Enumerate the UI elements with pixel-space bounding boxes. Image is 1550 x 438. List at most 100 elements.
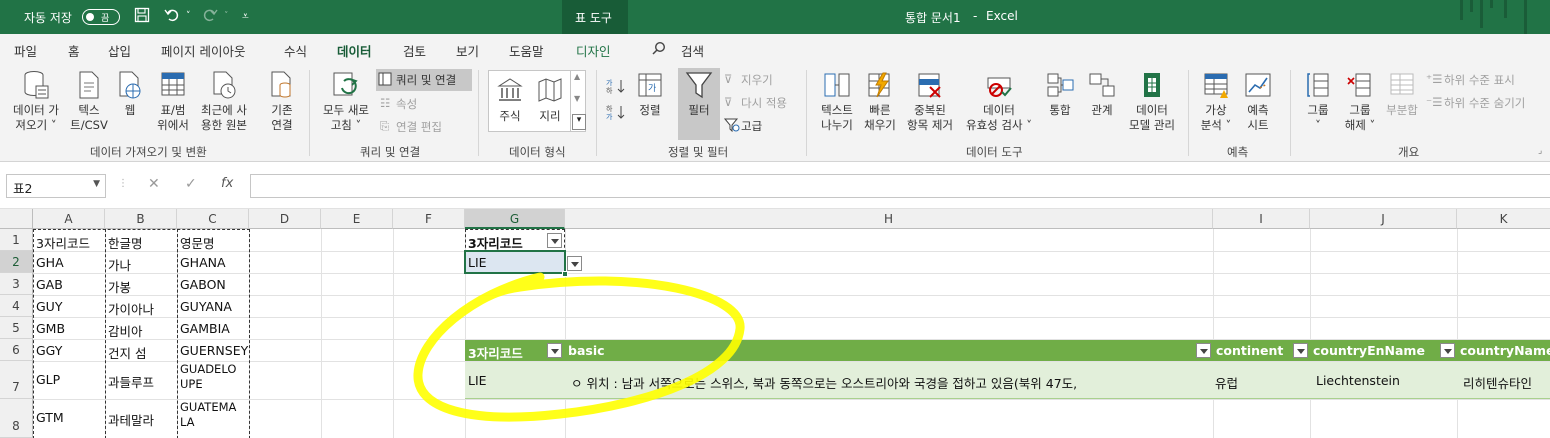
result-filter-basic[interactable] <box>1196 343 1211 358</box>
group-button[interactable]: 그룹 ˅ <box>1298 70 1338 133</box>
from-web-button[interactable]: 웹 <box>112 70 148 118</box>
data-validation-button[interactable]: 데이터 유효성 검사 ˅ <box>958 70 1040 133</box>
result-header-basic[interactable]: basic <box>568 343 605 358</box>
advanced-filter-button[interactable]: 고급 <box>741 118 762 134</box>
insert-function-icon[interactable]: fx <box>221 176 233 191</box>
sort-descending-icon[interactable]: 하가 <box>606 104 626 123</box>
result-header-continent[interactable]: continent <box>1216 343 1283 358</box>
refresh-all-button[interactable]: 모두 새로 고침 ˅ <box>316 70 376 133</box>
worksheet-grid[interactable]: A B C D E F G H I J K 1 2 3 4 5 6 7 8 3자… <box>0 209 1550 438</box>
cell-b7[interactable]: 과들루프 <box>105 372 177 391</box>
g2-validation-dropdown[interactable] <box>567 256 582 271</box>
gallery-down-icon[interactable]: ▼ <box>574 94 580 103</box>
recent-sources-button[interactable]: 최근에 사 용한 원본 <box>194 70 254 133</box>
cell-b4[interactable]: 가이아나 <box>105 299 177 318</box>
cell-b2[interactable]: 가나 <box>105 255 177 274</box>
tab-file[interactable]: 파일 <box>14 41 37 60</box>
cell-a1[interactable]: 3자리코드 <box>33 233 105 252</box>
redo-dropdown-icon[interactable]: ˅ <box>224 11 229 21</box>
col-header-k[interactable]: K <box>1457 209 1550 229</box>
row-header-6[interactable]: 6 <box>0 339 33 361</box>
col-header-d[interactable]: D <box>249 209 321 229</box>
result-cell-country-en-name[interactable]: Liechtenstein <box>1313 373 1453 388</box>
cell-a6[interactable]: GGY <box>33 343 105 358</box>
tab-home[interactable]: 홈 <box>68 41 80 60</box>
cell-a8[interactable]: GTM <box>33 410 105 425</box>
manage-data-model-button[interactable]: 데이터 모델 관리 <box>1122 70 1182 133</box>
tab-design[interactable]: 디자인 <box>576 41 611 60</box>
properties-button[interactable]: 속성 <box>396 96 417 112</box>
col-header-e[interactable]: E <box>321 209 393 229</box>
col-header-c[interactable]: C <box>177 209 249 229</box>
cell-a2[interactable]: GHA <box>33 255 105 270</box>
cell-a4[interactable]: GUY <box>33 299 105 314</box>
remove-duplicates-button[interactable]: 중복된 항목 제거 <box>900 70 960 133</box>
enter-icon[interactable]: ✓ <box>185 176 197 192</box>
result-cell-code[interactable]: LIE <box>465 373 565 388</box>
cell-b3[interactable]: 가봉 <box>105 277 177 296</box>
result-cell-country-name[interactable]: 리히텐슈타인 <box>1460 373 1550 392</box>
col-header-j[interactable]: J <box>1310 209 1457 229</box>
col-header-h[interactable]: H <box>565 209 1213 229</box>
tab-page-layout[interactable]: 페이지 레이아웃 <box>161 41 245 60</box>
ungroup-button[interactable]: 그룹 해제 ˅ <box>1338 70 1382 133</box>
row-header-4[interactable]: 4 <box>0 295 33 317</box>
cell-b8[interactable]: 과테말라 <box>105 410 177 429</box>
text-to-columns-button[interactable]: 텍스트 나누기 <box>814 70 860 133</box>
sort-ascending-icon[interactable]: 가하 <box>606 78 626 97</box>
undo-icon[interactable] <box>164 7 180 27</box>
col-header-f[interactable]: F <box>393 209 465 229</box>
row-header-8[interactable]: 8 <box>0 399 33 438</box>
cell-c4[interactable]: GUYANA <box>177 299 249 314</box>
cell-a3[interactable]: GAB <box>33 277 105 292</box>
g1-filter-dropdown[interactable] <box>547 233 562 248</box>
result-header-country-name[interactable]: countryName <box>1460 343 1550 358</box>
formula-input[interactable] <box>250 174 1550 198</box>
col-header-a[interactable]: A <box>33 209 105 229</box>
cell-c3[interactable]: GABON <box>177 277 249 292</box>
search-label[interactable]: 검색 <box>681 41 704 60</box>
cell-c2[interactable]: GHANA <box>177 255 249 270</box>
redo-icon[interactable] <box>202 7 218 27</box>
tab-view[interactable]: 보기 <box>456 41 479 60</box>
col-header-b[interactable]: B <box>105 209 177 229</box>
cell-b5[interactable]: 감비아 <box>105 321 177 340</box>
hide-detail-button[interactable]: 하위 수준 숨기기 <box>1444 95 1525 111</box>
tab-insert[interactable]: 삽입 <box>108 41 131 60</box>
result-header-code[interactable]: 3자리코드 <box>468 343 523 362</box>
edit-links-button[interactable]: 연결 편집 <box>396 119 442 135</box>
result-cell-basic[interactable]: ㅇ 위치 : 남과 서쪽으로는 스위스, 북과 동쪽으로는 오스트리아와 국경을… <box>568 373 1198 392</box>
col-header-g[interactable]: G <box>465 209 565 229</box>
cell-b1[interactable]: 한글명 <box>105 233 177 252</box>
result-filter-country-en-name[interactable] <box>1440 343 1455 358</box>
tab-formulas[interactable]: 수식 <box>284 41 307 60</box>
cell-a7[interactable]: GLP <box>33 372 105 387</box>
from-text-csv-button[interactable]: 텍스 트/CSV <box>66 70 112 133</box>
geography-button[interactable]: 지리 <box>530 76 570 124</box>
tab-review[interactable]: 검토 <box>403 41 426 60</box>
cell-c1[interactable]: 영문명 <box>177 233 249 252</box>
cell-c6[interactable]: GUERNSEY <box>177 343 249 358</box>
result-cell-continent[interactable]: 유럽 <box>1213 373 1309 392</box>
gallery-up-icon[interactable]: ▲ <box>574 72 580 81</box>
gallery-more-icon[interactable]: ▾ <box>572 114 586 130</box>
cell-a5[interactable]: GMB <box>33 321 105 336</box>
get-data-button[interactable]: 데이터 가 져오기 ˅ <box>6 70 66 133</box>
search-icon[interactable] <box>652 41 666 58</box>
cancel-icon[interactable]: ✕ <box>148 176 160 192</box>
col-header-i[interactable]: I <box>1213 209 1310 229</box>
row-header-7[interactable]: 7 <box>0 361 33 399</box>
cell-b6[interactable]: 건지 섬 <box>105 343 177 362</box>
result-header-country-en-name[interactable]: countryEnName <box>1313 343 1425 358</box>
subtotal-button[interactable]: 부분합 <box>1382 70 1422 118</box>
consolidate-button[interactable]: 통합 <box>1040 70 1080 118</box>
result-filter-continent[interactable] <box>1293 343 1308 358</box>
show-detail-button[interactable]: 하위 수준 표시 <box>1444 72 1515 88</box>
row-header-2[interactable]: 2 <box>0 251 33 273</box>
sort-button[interactable]: 가 정렬 <box>630 70 670 118</box>
tab-help[interactable]: 도움말 <box>509 41 544 60</box>
forecast-sheet-button[interactable]: 예측 시트 <box>1238 70 1278 133</box>
cell-c7[interactable]: GUADELOUPE <box>177 362 241 392</box>
gallery-scroll[interactable]: ▲ ▼ ▾ <box>570 70 586 132</box>
tab-data[interactable]: 데이터 <box>337 41 372 67</box>
